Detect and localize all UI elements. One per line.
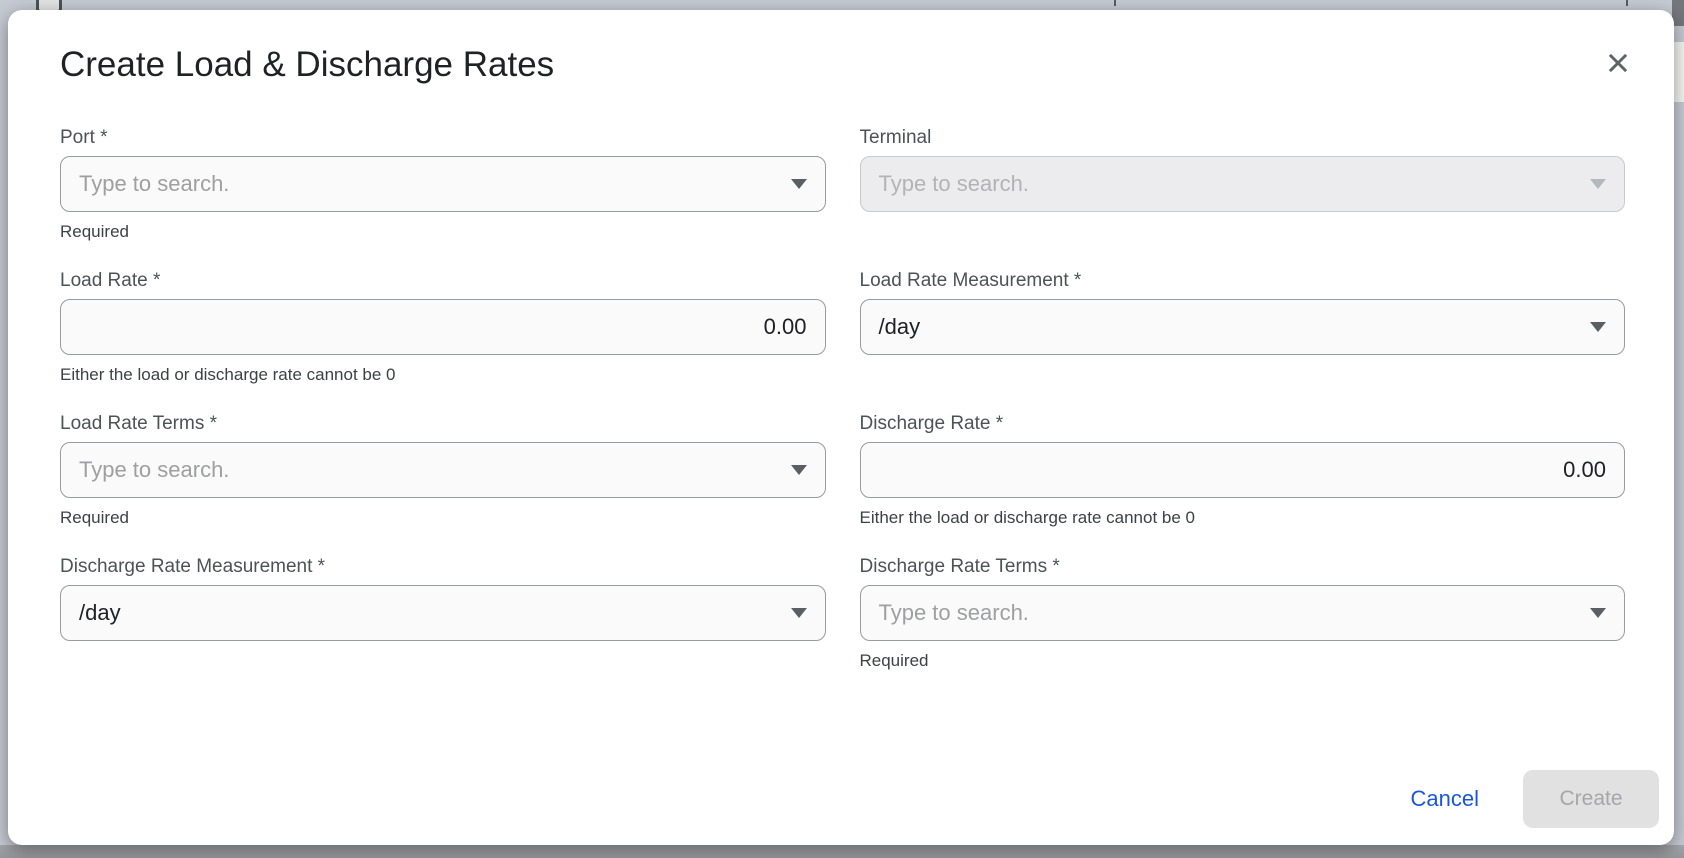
load-rate-field-group: Load Rate * Either the load or discharge… [60, 269, 826, 386]
dialog-header: Create Load & Discharge Rates [8, 10, 1674, 86]
background-artifact [1626, 0, 1628, 6]
discharge-rate-measurement-label: Discharge Rate Measurement * [60, 555, 826, 578]
terminal-combobox[interactable] [860, 156, 1626, 212]
port-label: Port * [60, 126, 826, 149]
discharge-rate-measurement-value: /day [79, 600, 121, 626]
load-rate-terms-combobox[interactable] [60, 442, 826, 498]
load-rate-helper-text: Either the load or discharge rate cannot… [60, 364, 826, 386]
dropdown-arrow-icon [1590, 608, 1606, 618]
dropdown-arrow-icon [1590, 322, 1606, 332]
load-rate-measurement-helper-text [860, 364, 1626, 386]
load-rate-terms-label: Load Rate Terms * [60, 412, 826, 435]
terminal-input[interactable] [879, 171, 1581, 197]
discharge-rate-input[interactable] [879, 457, 1607, 483]
discharge-rate-measurement-select[interactable]: /day [60, 585, 826, 641]
dialog-form: Port * Required Terminal Load Rate * [8, 126, 1674, 698]
load-rate-measurement-select[interactable]: /day [860, 299, 1626, 355]
close-button[interactable] [1600, 46, 1636, 82]
discharge-rate-terms-field-group: Discharge Rate Terms * Required [860, 555, 1626, 672]
dialog-title: Create Load & Discharge Rates [60, 44, 1622, 86]
load-rate-measurement-label: Load Rate Measurement * [860, 269, 1626, 292]
dialog-actions: Cancel Create [8, 770, 1674, 845]
background-artifact [1674, 42, 1684, 102]
load-rate-terms-field-group: Load Rate Terms * Required [60, 412, 826, 529]
create-load-discharge-rates-dialog: Create Load & Discharge Rates Port * Req… [8, 10, 1674, 845]
load-rate-terms-input[interactable] [79, 457, 781, 483]
port-combobox[interactable] [60, 156, 826, 212]
terminal-helper-text [860, 221, 1626, 243]
discharge-rate-measurement-helper-text [60, 650, 826, 672]
load-rate-measurement-value: /day [879, 314, 921, 340]
terminal-label: Terminal [860, 126, 1626, 149]
port-input[interactable] [79, 171, 781, 197]
discharge-rate-terms-helper-text: Required [860, 650, 1626, 672]
discharge-rate-terms-input[interactable] [879, 600, 1581, 626]
discharge-rate-terms-combobox[interactable] [860, 585, 1626, 641]
dropdown-arrow-icon [791, 465, 807, 475]
discharge-rate-label: Discharge Rate * [860, 412, 1626, 435]
load-rate-terms-helper-text: Required [60, 507, 826, 529]
discharge-rate-field-group: Discharge Rate * Either the load or disc… [860, 412, 1626, 529]
close-icon [1603, 48, 1633, 81]
background-artifact [1114, 0, 1116, 6]
load-rate-label: Load Rate * [60, 269, 826, 292]
dropdown-arrow-icon [1590, 179, 1606, 189]
discharge-rate-measurement-field-group: Discharge Rate Measurement * /day [60, 555, 826, 672]
port-field-group: Port * Required [60, 126, 826, 243]
terminal-field-group: Terminal [860, 126, 1626, 243]
background-page-strip [0, 845, 1684, 858]
create-button[interactable]: Create [1523, 770, 1659, 828]
load-rate-measurement-field-group: Load Rate Measurement * /day [860, 269, 1626, 386]
port-helper-text: Required [60, 221, 826, 243]
load-rate-input[interactable] [79, 314, 807, 340]
page-backdrop: Create Load & Discharge Rates Port * Req… [0, 0, 1684, 858]
discharge-rate-helper-text: Either the load or discharge rate cannot… [860, 507, 1626, 529]
dropdown-arrow-icon [791, 608, 807, 618]
discharge-rate-terms-label: Discharge Rate Terms * [860, 555, 1626, 578]
dropdown-arrow-icon [791, 179, 807, 189]
cancel-button[interactable]: Cancel [1389, 776, 1501, 822]
discharge-rate-field[interactable] [860, 442, 1626, 498]
load-rate-field[interactable] [60, 299, 826, 355]
